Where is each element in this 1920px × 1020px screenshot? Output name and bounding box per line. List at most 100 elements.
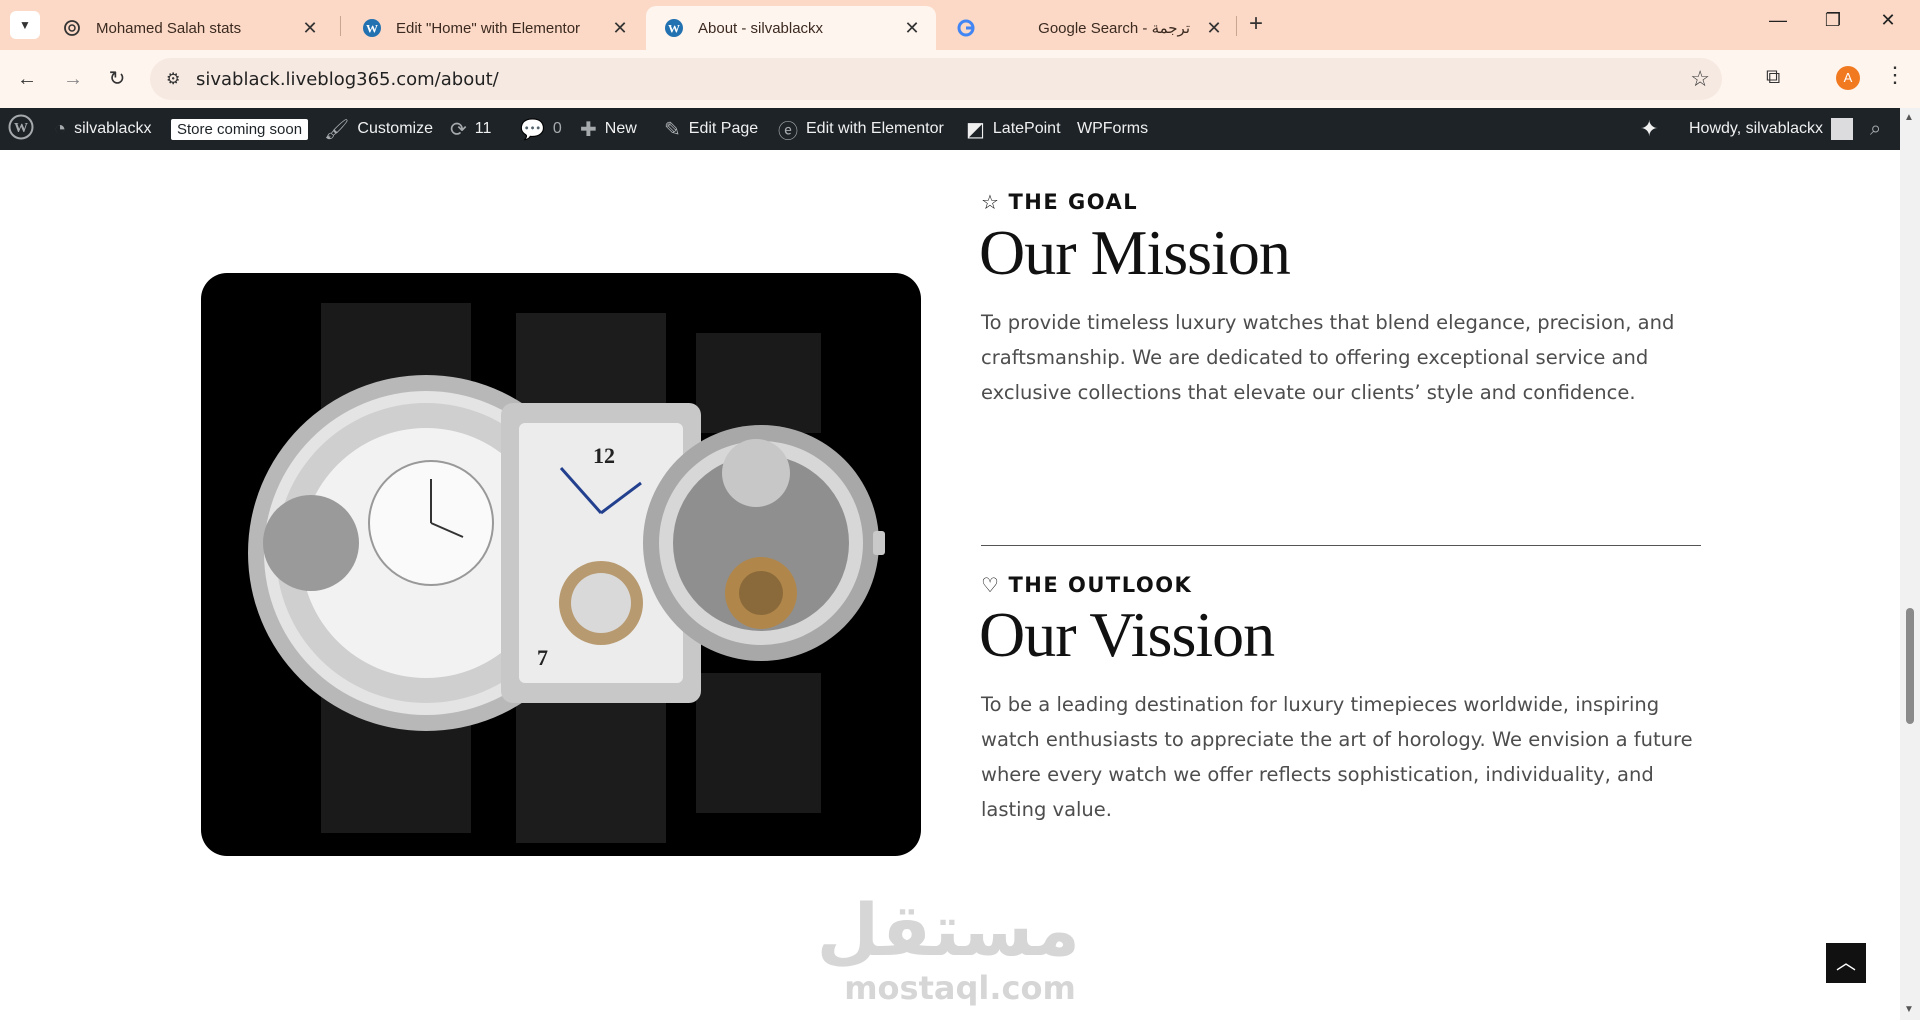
extensions-icon[interactable]: ⧉ [1766, 66, 1780, 89]
customize-link[interactable]: 🖌 Customize [324, 108, 433, 150]
new-content-link[interactable]: ✚ New [580, 108, 637, 150]
latepoint-link[interactable]: ◩ LatePoint [966, 108, 1061, 150]
site-name-link[interactable]: ◔ silvablackx [54, 108, 151, 150]
page-scrollbar[interactable]: ▲ ▼ [1900, 108, 1920, 1020]
tab-divider [1236, 16, 1237, 36]
tab-strip: ▼ Mohamed Salah stats ✕ W Edit "Home" wi… [0, 0, 1920, 50]
new-tab-button[interactable]: + [1242, 12, 1270, 36]
pencil-icon: ✎ [664, 118, 681, 141]
updates-link[interactable]: ⟳ 11 [450, 108, 491, 150]
back-to-top-button[interactable]: ︿ [1826, 943, 1866, 983]
wp-admin-bar: W ◔ silvablackx Store coming soon 🖌 Cust… [0, 108, 1920, 150]
site-name: silvablackx [74, 120, 152, 137]
vision-heading: Our Vission [979, 599, 1275, 670]
vision-text: To be a leading destination for luxury t… [981, 693, 1693, 821]
forward-button[interactable]: → [58, 64, 88, 94]
close-icon[interactable]: ✕ [1204, 18, 1224, 39]
close-icon[interactable]: ✕ [610, 18, 630, 39]
google-icon [956, 18, 976, 38]
address-bar[interactable]: ⚙ sivablack.liveblog365.com/about/ ☆ [150, 58, 1722, 100]
mission-heading: Our Mission [979, 217, 1291, 288]
browser-tab[interactable]: W Edit "Home" with Elementor ✕ [344, 6, 644, 50]
tab-title: Mohamed Salah stats [96, 19, 242, 37]
wordpress-logo-button[interactable]: W [8, 108, 34, 150]
watermark-latin: mostaql.com [844, 969, 1076, 1007]
scroll-down-arrow-icon[interactable]: ▼ [1904, 1004, 1914, 1015]
wordpress-icon: W [664, 18, 684, 38]
openai-icon [62, 18, 82, 38]
browser-tab-active[interactable]: W About - silvablackx ✕ [646, 6, 936, 50]
edit-page-label: Edit Page [688, 120, 759, 137]
store-status-link[interactable]: Store coming soon [171, 108, 309, 150]
star-icon: ☆ [981, 190, 1001, 214]
mostaql-watermark: مستقل mostaql.com [816, 888, 1080, 1007]
elementor-icon: ⓔ [778, 120, 798, 143]
svg-text:7: 7 [537, 645, 548, 670]
profile-avatar[interactable]: A [1836, 66, 1860, 90]
outlook-eyebrow-text: THE OUTLOOK [1008, 573, 1193, 597]
updates-count: 11 [474, 120, 492, 137]
comments-count: 0 [552, 120, 562, 137]
scroll-up-arrow-icon[interactable]: ▲ [1904, 112, 1914, 123]
search-icon: ⌕ [1870, 117, 1882, 140]
sparkle-icon: ✦ [1640, 116, 1659, 141]
chevron-up-icon: ︿ [1836, 952, 1856, 974]
mission-text: To provide timeless luxury watches that … [981, 311, 1675, 404]
section-divider [981, 545, 1701, 546]
store-badge: Store coming soon [171, 118, 309, 140]
tab-divider [340, 16, 341, 36]
dashboard-icon: ◔ [54, 117, 67, 140]
svg-text:W: W [668, 22, 680, 36]
brush-icon: 🖌 [324, 118, 350, 141]
updates-icon: ⟳ [450, 118, 467, 141]
svg-text:W: W [366, 22, 378, 36]
svg-text:W: W [14, 121, 28, 136]
comments-link[interactable]: 💬 0 [520, 108, 562, 150]
tab-title: About - silvablackx [698, 19, 824, 37]
browser-tab[interactable]: Google Search - ترجمة ✕ [938, 6, 1238, 50]
latepoint-icon: ◩ [966, 118, 985, 141]
edit-elementor-label: Edit with Elementor [806, 120, 944, 137]
tab-search-button[interactable]: ▼ [10, 11, 40, 39]
outlook-eyebrow: ♡ THE OUTLOOK [981, 573, 1192, 597]
close-icon[interactable]: ✕ [902, 18, 922, 39]
comment-icon: 💬 [520, 118, 545, 141]
tab-title: Google Search - ترجمة [1038, 20, 1190, 37]
reload-button[interactable]: ↻ [102, 64, 132, 94]
my-account-link[interactable]: Howdy, silvablackx [1689, 108, 1853, 150]
menu-icon[interactable]: ⋮ [1884, 62, 1906, 88]
howdy-label: Howdy, silvablackx [1689, 120, 1823, 137]
new-label: New [604, 120, 637, 137]
latepoint-label: LatePoint [992, 120, 1061, 137]
url-text: sivablack.liveblog365.com/about/ [196, 69, 499, 90]
watches-image: 12 3 7 [201, 273, 921, 856]
edit-with-elementor-link[interactable]: ⓔ Edit with Elementor [778, 108, 944, 150]
browser-tab[interactable]: Mohamed Salah stats ✕ [44, 6, 334, 50]
minimize-icon[interactable]: — [1758, 10, 1798, 31]
edit-page-link[interactable]: ✎ Edit Page [664, 108, 758, 150]
close-window-icon[interactable]: ✕ [1868, 10, 1908, 31]
avatar [1830, 118, 1853, 140]
scrollbar-thumb[interactable] [1906, 608, 1914, 724]
ai-sparkle-button[interactable]: ✦ [1640, 108, 1658, 150]
page-content: 12 3 7 ☆ THE GOAL Our Mission To provide… [0, 150, 1900, 1020]
watermark-arabic: مستقل [816, 888, 1080, 972]
heart-icon: ♡ [981, 573, 1001, 597]
restore-icon[interactable]: ❐ [1813, 10, 1853, 31]
wordpress-icon: W [8, 114, 34, 145]
svg-text:12: 12 [593, 443, 615, 468]
close-icon[interactable]: ✕ [300, 18, 320, 39]
chevron-down-icon: ▼ [19, 18, 31, 32]
wpforms-label: WPForms [1077, 120, 1149, 137]
plus-icon: ✚ [580, 118, 597, 141]
wpforms-link[interactable]: WPForms [1077, 108, 1148, 150]
bookmark-star-icon[interactable]: ☆ [1690, 66, 1710, 92]
customize-label: Customize [357, 120, 433, 137]
goal-eyebrow: ☆ THE GOAL [981, 190, 1138, 214]
back-button[interactable]: ← [12, 64, 42, 94]
search-button[interactable]: ⌕ [1870, 108, 1889, 150]
site-settings-icon[interactable]: ⚙ [166, 69, 180, 89]
wordpress-icon: W [362, 18, 382, 38]
tab-title: Edit "Home" with Elementor [396, 19, 581, 37]
browser-toolbar: ← → ↻ ⚙ sivablack.liveblog365.com/about/… [0, 50, 1920, 108]
